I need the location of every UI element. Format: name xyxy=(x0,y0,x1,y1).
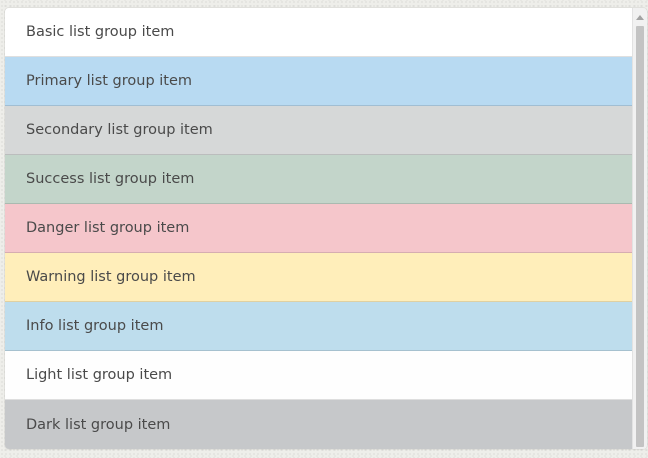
list-item-label: Success list group item xyxy=(26,171,195,187)
list-item-label: Info list group item xyxy=(26,318,164,334)
list-item-basic[interactable]: Basic list group item xyxy=(5,8,632,57)
list-item-label: Primary list group item xyxy=(26,73,193,89)
vertical-scrollbar[interactable] xyxy=(632,8,647,449)
list-item-success[interactable]: Success list group item xyxy=(5,155,632,204)
list-item-warning[interactable]: Warning list group item xyxy=(5,253,632,302)
list-item-danger[interactable]: Danger list group item xyxy=(5,204,632,253)
list-item-label: Light list group item xyxy=(26,367,173,383)
list-item-label: Danger list group item xyxy=(26,220,190,236)
list-item-label: Warning list group item xyxy=(26,269,196,285)
list-item-dark[interactable]: Dark list group item xyxy=(5,400,632,449)
list-item-label: Secondary list group item xyxy=(26,122,213,138)
list-group: Basic list group item Primary list group… xyxy=(5,8,632,449)
list-group-container: Basic list group item Primary list group… xyxy=(5,8,647,449)
list-item-primary[interactable]: Primary list group item xyxy=(5,57,632,106)
list-item-label: Basic list group item xyxy=(26,24,175,40)
list-item-light[interactable]: Light list group item xyxy=(5,351,632,400)
scrollbar-thumb[interactable] xyxy=(636,26,644,447)
list-item-label: Dark list group item xyxy=(26,416,171,433)
list-item-info[interactable]: Info list group item xyxy=(5,302,632,351)
triangle-up-icon[interactable] xyxy=(633,10,647,24)
list-item-secondary[interactable]: Secondary list group item xyxy=(5,106,632,155)
